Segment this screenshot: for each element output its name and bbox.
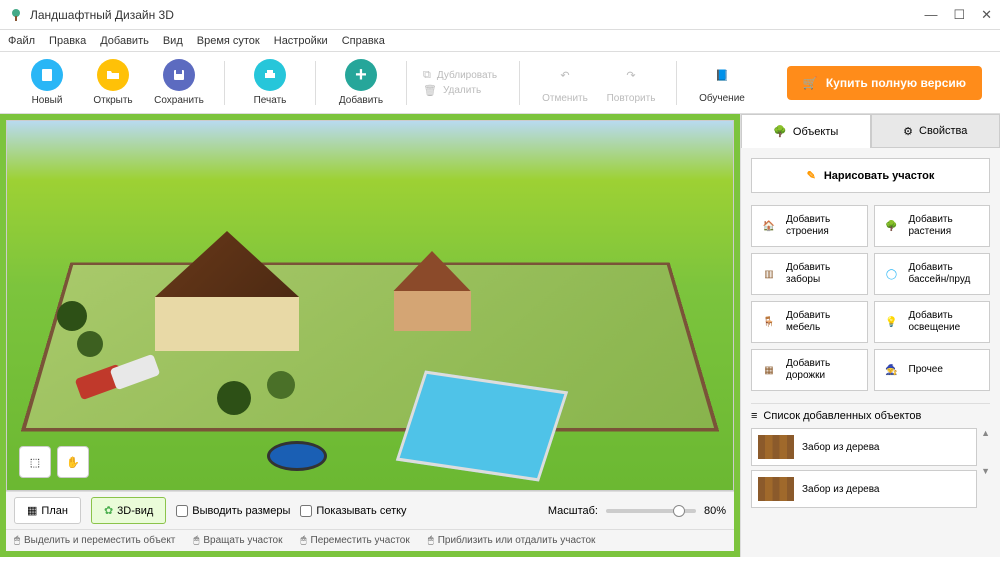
trash-icon: 🗑: [423, 84, 437, 97]
menu-settings[interactable]: Настройки: [274, 35, 328, 47]
new-button[interactable]: Новый: [18, 59, 76, 106]
leaf-icon: ✿: [104, 504, 113, 517]
status-select[interactable]: 🖱Выделить и переместить объект: [14, 535, 175, 546]
minimize-button[interactable]: —: [924, 7, 937, 23]
object-list-item[interactable]: Забор из дерева: [751, 470, 977, 508]
view-bar: ▦План ✿3D-вид Выводить размеры Показыват…: [6, 491, 734, 529]
add-pool-button[interactable]: ◯Добавить бассейн/пруд: [874, 253, 991, 295]
print-button[interactable]: Печать: [241, 59, 299, 106]
pool-icon: ◯: [881, 263, 903, 285]
fence-icon: ▥: [758, 263, 780, 285]
maximize-button[interactable]: ☐: [953, 7, 965, 23]
undo-icon: ↶: [551, 61, 579, 89]
add-misc-button[interactable]: 🧙Прочее: [874, 349, 991, 391]
3d-canvas[interactable]: ⬚ ✋: [6, 120, 734, 491]
objects-tab[interactable]: 🌳Объекты: [741, 114, 871, 148]
print-icon: [254, 59, 286, 91]
object-list-header: ≡Список добавленных объектов: [751, 403, 990, 428]
add-button[interactable]: + Добавить: [332, 59, 390, 106]
scale-value: 80%: [704, 505, 726, 517]
draw-plot-button[interactable]: ✎Нарисовать участок: [751, 158, 990, 193]
save-button[interactable]: Сохранить: [150, 59, 208, 106]
menubar: Файл Правка Добавить Вид Время суток Нас…: [0, 30, 1000, 52]
add-furniture-button[interactable]: 🪑Добавить мебель: [751, 301, 868, 343]
copy-icon: ⧉: [423, 69, 431, 82]
status-zoom[interactable]: 🖱Приблизить или отдалить участок: [428, 535, 596, 546]
menu-file[interactable]: Файл: [8, 35, 35, 47]
house-icon: 🏠: [758, 215, 780, 237]
book-icon: 📘: [708, 61, 736, 89]
save-icon: [163, 59, 195, 91]
menu-view[interactable]: Вид: [163, 35, 183, 47]
show-dims-checkbox[interactable]: Выводить размеры: [176, 505, 290, 517]
pencil-icon: ✎: [807, 169, 816, 182]
tree-icon: 🌳: [773, 125, 787, 138]
object-list-item[interactable]: Забор из дерева: [751, 428, 977, 466]
titlebar: Ландшафтный Дизайн 3D — ☐ ✕: [0, 0, 1000, 30]
mouse-icon: 🖱: [428, 535, 434, 546]
duplicate-button[interactable]: ⧉Дублировать 🗑Удалить: [423, 69, 503, 97]
orbit-button[interactable]: ⬚: [19, 446, 51, 478]
chevron-up-icon: ▲: [981, 428, 990, 438]
hand-icon: ✋: [66, 456, 80, 469]
show-grid-checkbox[interactable]: Показывать сетку: [300, 505, 406, 517]
viewport: ⬚ ✋ ▦План ✿3D-вид Выводить размеры Показ…: [0, 114, 740, 557]
layers-icon: ≡: [751, 410, 757, 422]
scale-label: Масштаб:: [548, 505, 598, 517]
plan-tab[interactable]: ▦План: [14, 497, 81, 524]
pan-button[interactable]: ✋: [57, 446, 89, 478]
buy-button[interactable]: 🛒 Купить полную версию: [787, 66, 982, 100]
add-buildings-button[interactable]: 🏠Добавить строения: [751, 205, 868, 247]
chevron-down-icon: ▼: [981, 466, 990, 476]
lamp-icon: 💡: [881, 311, 903, 333]
fence-thumb: [758, 477, 794, 501]
toolbar: Новый Открыть Сохранить Печать + Добавит…: [0, 52, 1000, 114]
add-fences-button[interactable]: ▥Добавить заборы: [751, 253, 868, 295]
properties-tab[interactable]: ⚙Свойства: [871, 114, 1000, 148]
menu-edit[interactable]: Правка: [49, 35, 86, 47]
add-lighting-button[interactable]: 💡Добавить освещение: [874, 301, 991, 343]
mouse-icon: 🖱: [14, 535, 20, 546]
chair-icon: 🪑: [758, 311, 780, 333]
redo-button[interactable]: ↷ Повторить: [602, 61, 660, 104]
scale-slider[interactable]: [606, 509, 696, 513]
side-panel: 🌳Объекты ⚙Свойства ✎Нарисовать участок 🏠…: [740, 114, 1000, 557]
cart-icon: 🛒: [803, 76, 818, 90]
cube-icon: ⬚: [30, 456, 40, 469]
status-move[interactable]: 🖱Переместить участок: [301, 535, 410, 546]
tutorial-button[interactable]: 📘 Обучение: [693, 61, 751, 104]
folder-icon: [97, 59, 129, 91]
close-button[interactable]: ✕: [981, 7, 992, 23]
add-plants-button[interactable]: 🌳Добавить растения: [874, 205, 991, 247]
plus-icon: +: [345, 59, 377, 91]
mouse-icon: 🖱: [301, 535, 307, 546]
redo-icon: ↷: [617, 61, 645, 89]
undo-button[interactable]: ↶ Отменить: [536, 61, 594, 104]
fence-thumb: [758, 435, 794, 459]
3d-tab[interactable]: ✿3D-вид: [91, 497, 166, 524]
add-paths-button[interactable]: ▦Добавить дорожки: [751, 349, 868, 391]
menu-time[interactable]: Время суток: [197, 35, 260, 47]
status-bar: 🖱Выделить и переместить объект 🖱Вращать …: [6, 529, 734, 551]
window-title: Ландшафтный Дизайн 3D: [30, 8, 924, 22]
gear-icon: ⚙: [903, 125, 913, 138]
plan-icon: ▦: [27, 504, 37, 517]
app-icon: [8, 7, 24, 23]
gnome-icon: 🧙: [881, 359, 903, 381]
scrollbar[interactable]: ▲▼: [981, 428, 990, 508]
file-icon: [31, 59, 63, 91]
status-rotate[interactable]: 🖱Вращать участок: [193, 535, 282, 546]
mouse-icon: 🖱: [193, 535, 199, 546]
open-button[interactable]: Открыть: [84, 59, 142, 106]
menu-help[interactable]: Справка: [342, 35, 385, 47]
tree-icon: 🌳: [881, 215, 903, 237]
path-icon: ▦: [758, 359, 780, 381]
menu-add[interactable]: Добавить: [100, 35, 149, 47]
